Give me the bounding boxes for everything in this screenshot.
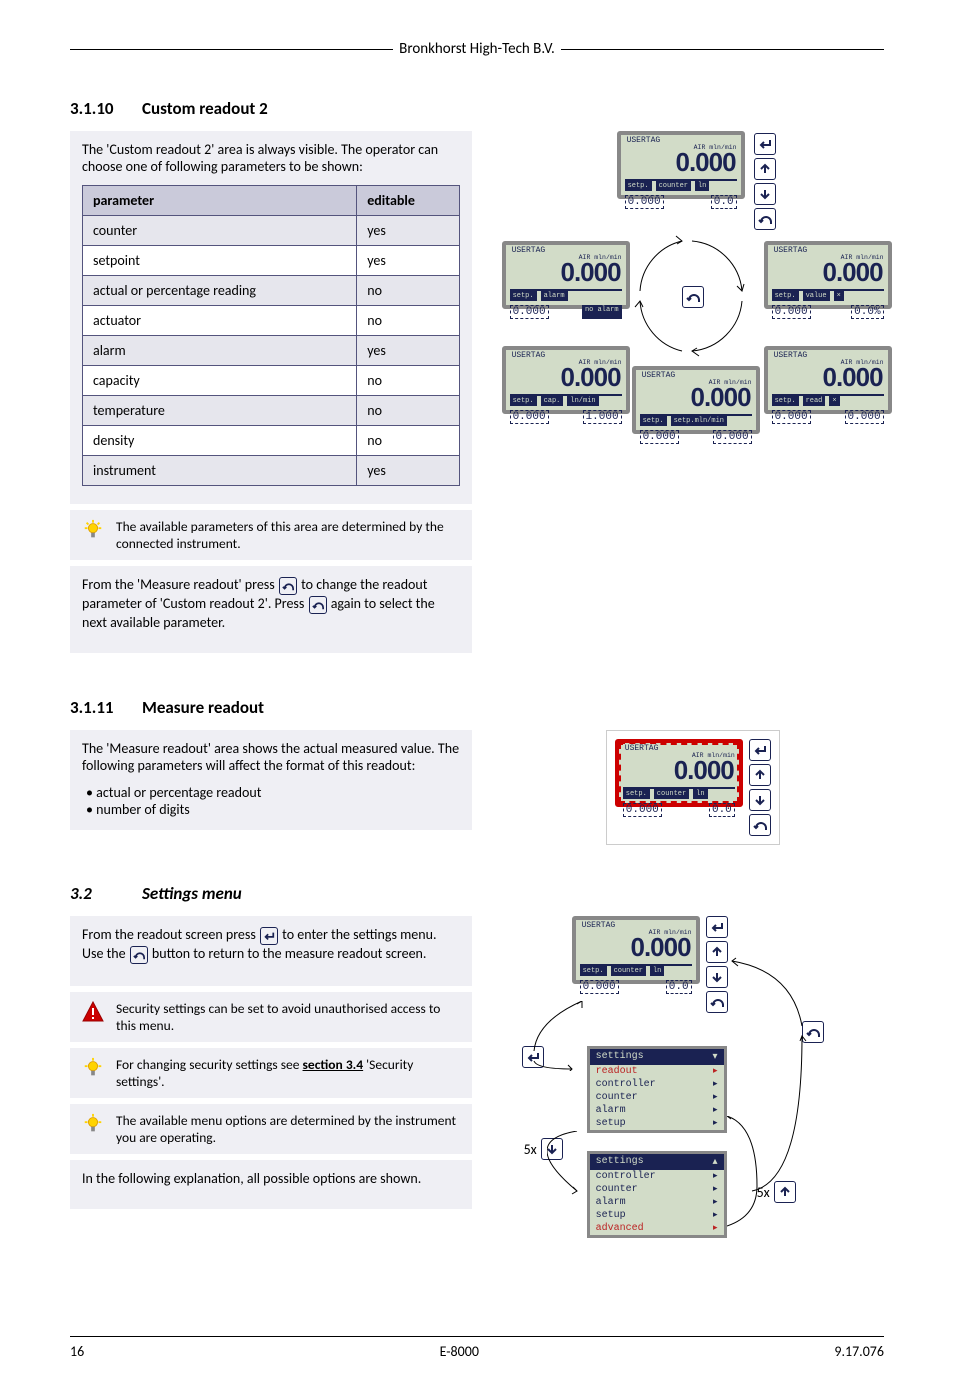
down-icon [754, 183, 776, 205]
settings-menu-2: settings▴ controller▸ counter▸ alarm▸ se… [587, 1151, 727, 1238]
enter-icon [260, 927, 278, 945]
enter-icon [749, 739, 771, 761]
settings-menu-diagram: USERTAGAIR mln/min 0.000 setp.counterln … [502, 916, 884, 1276]
page-header: Bronkhorst High-Tech B.V. [70, 40, 884, 58]
lcd-alarm: USERTAGAIR mln/min 0.000 setp.alarm 0.00… [502, 241, 630, 309]
table-row: temperatureno [83, 396, 460, 426]
warning-icon [80, 1000, 106, 1024]
lcd-setp-bottom: USERTAGAIR mln/min 0.000 setp.setp.mln/m… [632, 366, 760, 434]
lightbulb-icon [80, 1056, 106, 1080]
table-row: instrumentyes [83, 456, 460, 486]
page-number: 16 [70, 1343, 84, 1360]
warning-box: Security settings can be set to avoid un… [70, 992, 472, 1042]
tip-box: For changing security settings see secti… [70, 1048, 472, 1098]
section-link[interactable]: section 3.4 [303, 1056, 364, 1073]
tip-box: The available parameters of this area ar… [70, 510, 472, 560]
undo-icon [309, 596, 327, 614]
lcd-measure-diagram: USERTAGAIR mln/min 0.000 setp.counterln … [606, 730, 780, 845]
lightbulb-icon [80, 518, 106, 542]
undo-icon [754, 208, 776, 230]
table-row: alarmyes [83, 336, 460, 366]
list-item: number of digits [86, 801, 460, 818]
table-row: densityno [83, 426, 460, 456]
up-icon [754, 158, 776, 180]
company-name: Bronkhorst High-Tech B.V. [393, 40, 561, 58]
page-footer: 16 E-8000 9.17.076 [70, 1336, 884, 1360]
up-icon [774, 1181, 796, 1203]
enter-icon [706, 916, 728, 938]
intro-block: The 'Custom readout 2' area is always vi… [70, 131, 472, 504]
lcd-diagram-310: USERTAGAIR mln/min 0.000 setp.counterln … [502, 131, 884, 491]
table-row: actuatorno [83, 306, 460, 336]
table-row: counteryes [83, 216, 460, 246]
settings-intro-block: From the readout screen press to enter t… [70, 916, 472, 986]
param-table: parametereditable counteryes setpointyes… [82, 185, 460, 486]
warning-text: Security settings can be set to avoid un… [116, 1000, 462, 1034]
explanation-block: In the following explanation, all possib… [70, 1160, 472, 1209]
list-item: actual or percentage readout [86, 784, 460, 801]
measure-readout-block: The 'Measure readout' area shows the act… [70, 730, 472, 830]
lcd-counter: USERTAGAIR mln/min 0.000 setp.counterln … [617, 131, 745, 199]
th-editable: editable [357, 186, 459, 216]
doc-version: 9.17.076 [834, 1343, 884, 1360]
heading-3-1-10: 3.1.10Custom readout 2 [70, 98, 884, 119]
lightbulb-icon [80, 1112, 106, 1136]
heading-3-2: 3.2Settings menu [70, 883, 884, 904]
tip-text: The available parameters of this area ar… [116, 518, 462, 552]
five-x-label: 5x [524, 1141, 537, 1158]
down-icon [749, 789, 771, 811]
up-icon [749, 764, 771, 786]
instruction-block: From the 'Measure readout' press to chan… [70, 566, 472, 653]
th-parameter: parameter [83, 186, 357, 216]
table-row: capacityno [83, 366, 460, 396]
intro-text: The 'Custom readout 2' area is always vi… [82, 141, 460, 175]
table-row: setpointyes [83, 246, 460, 276]
lcd-cap: USERTAGAIR mln/min 0.000 setp.cap.ln/min… [502, 346, 630, 414]
lcd-read: USERTAGAIR mln/min 0.000 setp.read× 0.00… [764, 346, 892, 414]
table-row: actual or percentage readingno [83, 276, 460, 306]
cycle-arrows [632, 231, 752, 361]
lcd-value: USERTAGAIR mln/min 0.000 setp.value× 0.0… [764, 241, 892, 309]
undo-icon [749, 814, 771, 836]
tip-box: The available menu options are determine… [70, 1104, 472, 1154]
enter-icon [754, 133, 776, 155]
undo-icon [279, 577, 297, 595]
settings-menu-1: settings▾ readout▸ controller▸ counter▸ … [587, 1046, 727, 1133]
undo-icon [130, 946, 148, 964]
tip-text: The available menu options are determine… [116, 1112, 462, 1146]
heading-3-1-11: 3.1.11Measure readout [70, 697, 884, 718]
doc-code: E-8000 [440, 1343, 479, 1360]
measure-readout-text: The 'Measure readout' area shows the act… [82, 740, 460, 774]
